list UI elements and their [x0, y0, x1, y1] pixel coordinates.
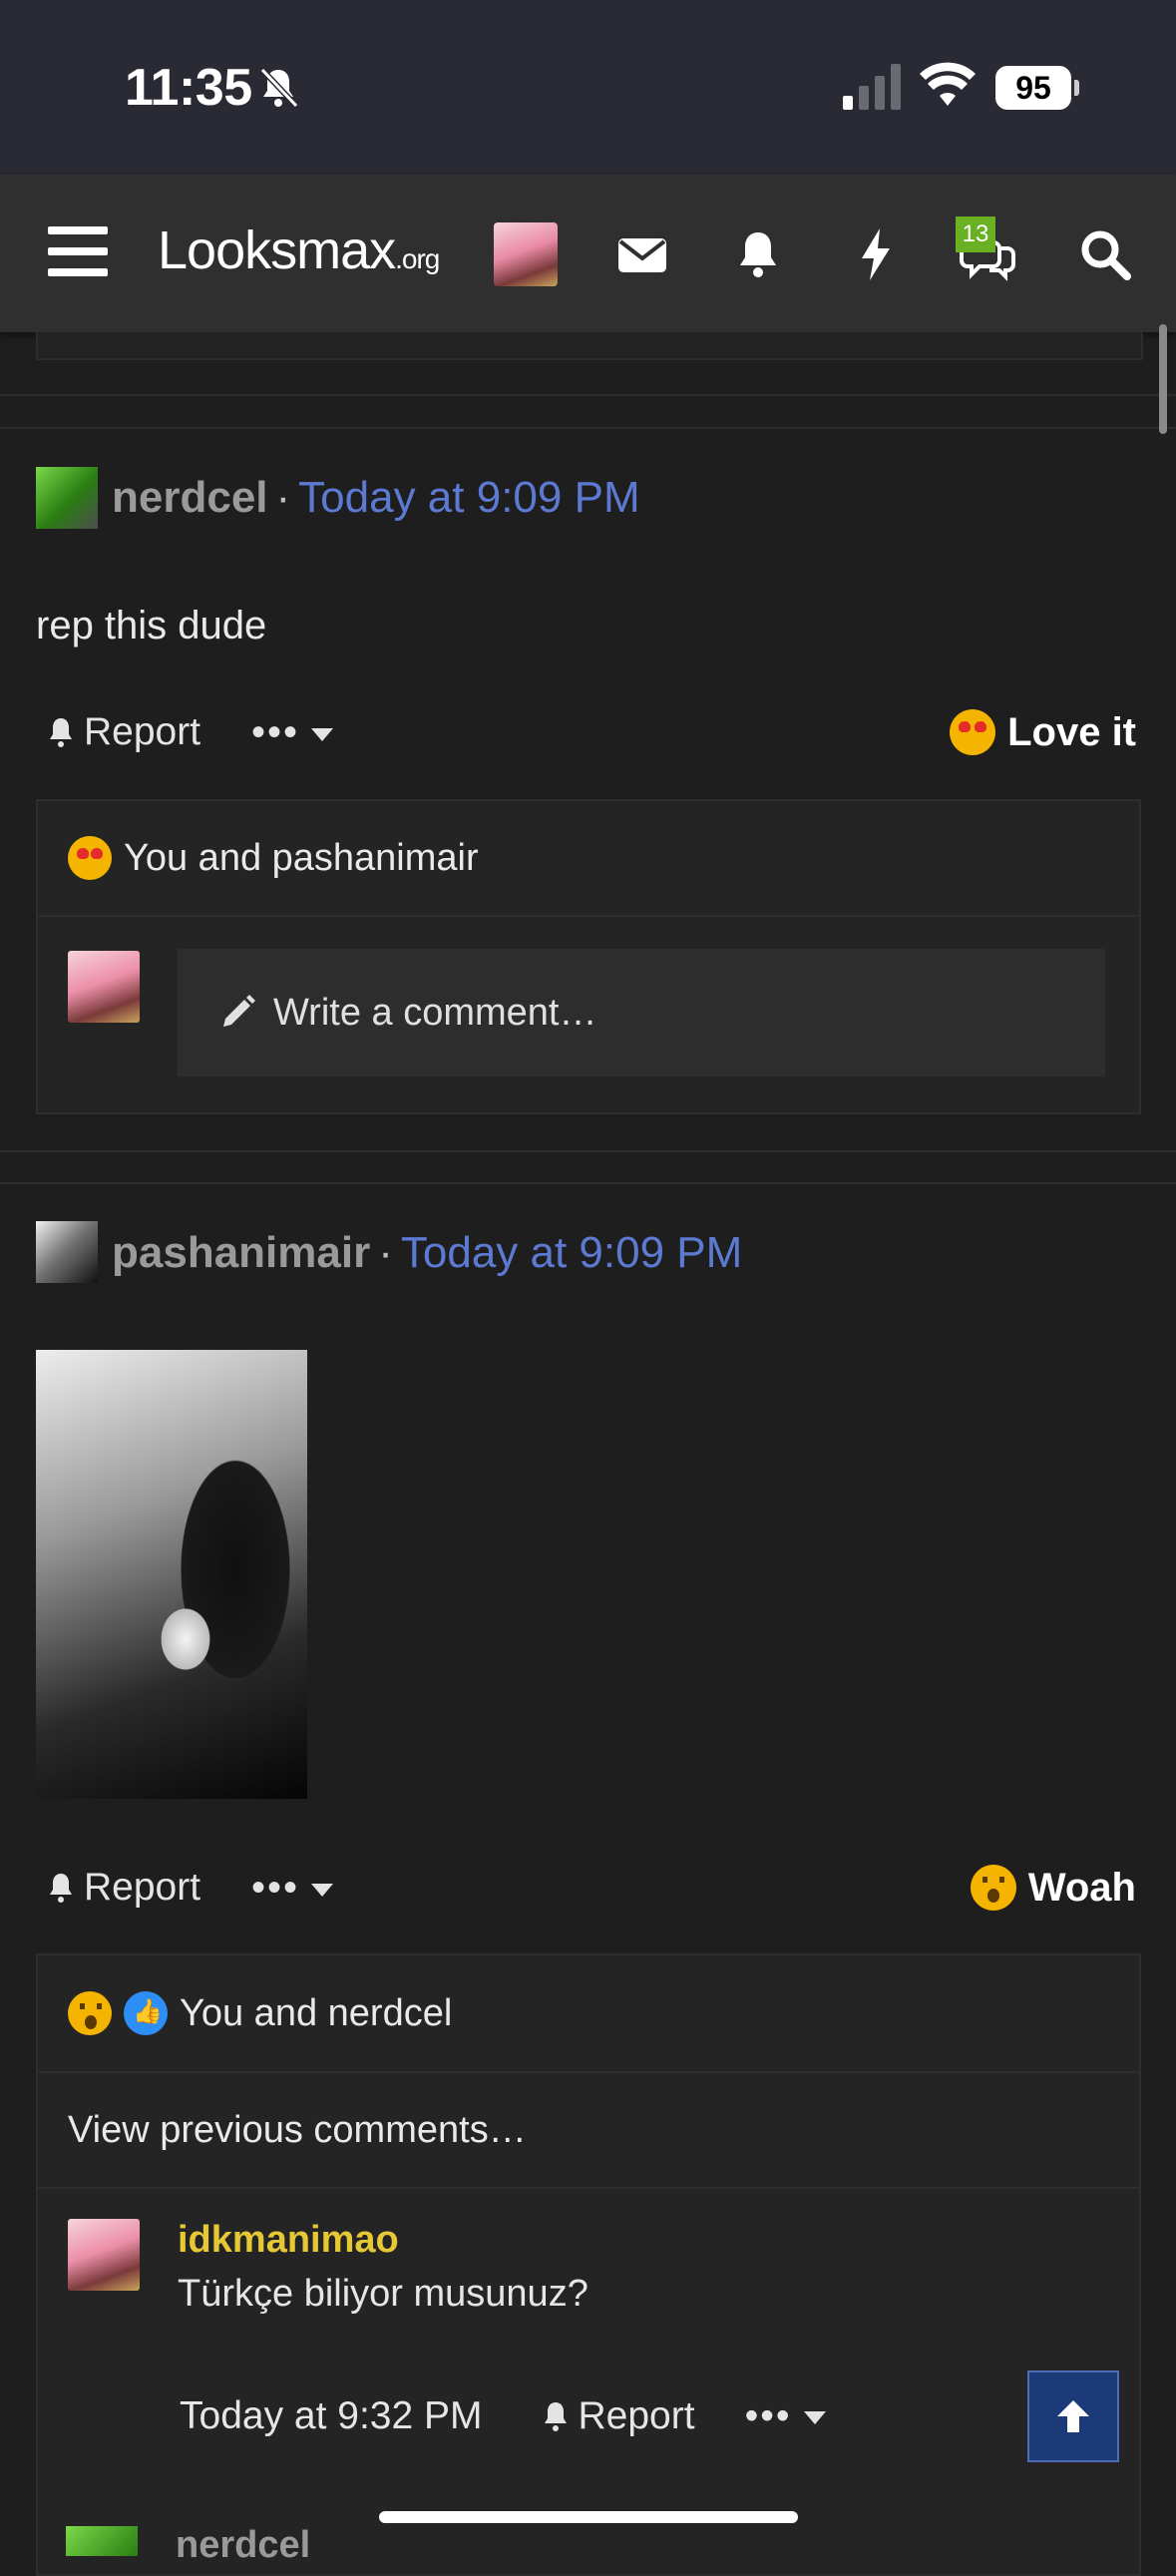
love-it-emoji-icon — [950, 709, 996, 755]
comment-time[interactable]: Today at 9:32 PM — [180, 2394, 483, 2438]
scrollbar[interactable] — [1159, 324, 1167, 434]
comment-item: idkmanimao Türkçe biliyor musunuz? Today… — [38, 2189, 1139, 2488]
messages-badge: 13 — [956, 216, 995, 252]
bell-icon — [544, 2402, 567, 2431]
status-time: 11:35 — [125, 59, 252, 117]
avatar — [68, 951, 140, 1023]
comment-section: You and nerdcel View previous comments… … — [36, 1953, 1141, 2576]
bell-icon — [50, 1874, 72, 1903]
divider — [0, 1150, 1176, 1152]
bell-off-icon — [259, 67, 299, 109]
woah-emoji-icon — [970, 1865, 1016, 1911]
report-button[interactable]: Report — [539, 2394, 695, 2438]
menu-icon[interactable] — [48, 226, 108, 276]
previous-comment-box — [36, 332, 1143, 360]
home-indicator[interactable] — [379, 2511, 798, 2523]
reaction-summary[interactable]: You and nerdcel — [38, 1955, 1139, 2073]
reaction-summary[interactable]: You and pashanimair — [38, 801, 1139, 917]
status-bar: 11:35 95 — [0, 0, 1176, 175]
post-text: rep this dude — [36, 604, 267, 647]
reaction-button[interactable]: Woah — [970, 1865, 1136, 1911]
post-header: nerdcel · Today at 9:09 PM — [112, 473, 640, 522]
like-emoji-icon — [124, 1991, 168, 2035]
comment-meta: Today at 9:32 PM Report ••• — [180, 2394, 826, 2438]
search-icon[interactable] — [1075, 224, 1135, 284]
view-previous-comments-link[interactable]: View previous comments… — [38, 2073, 1139, 2189]
love-it-emoji-icon — [68, 836, 112, 880]
scroll-to-top-button[interactable] — [1027, 2370, 1119, 2462]
more-options-button[interactable]: ••• — [745, 2394, 826, 2438]
chevron-down-icon — [311, 727, 334, 741]
author-name[interactable]: pashanimair — [112, 1228, 370, 1277]
comment-author[interactable]: nerdcel — [176, 2524, 310, 2567]
site-logo[interactable]: Looksmax.org — [158, 219, 440, 281]
post-time[interactable]: Today at 9:09 PM — [401, 1228, 742, 1277]
wifi-icon — [920, 62, 976, 106]
mail-icon[interactable] — [612, 224, 672, 284]
avatar[interactable] — [68, 2219, 140, 2291]
top-navigation: Looksmax.org 13 — [0, 175, 1176, 332]
arrow-up-icon — [1057, 2400, 1089, 2432]
comment-section: You and pashanimair Write a comment… — [36, 799, 1141, 1114]
author-name[interactable]: nerdcel — [112, 473, 268, 522]
divider — [0, 394, 1176, 396]
comment-input[interactable]: Write a comment… — [178, 949, 1105, 1076]
avatar[interactable] — [494, 222, 558, 286]
write-comment-row: Write a comment… — [38, 917, 1139, 1112]
author-avatar[interactable] — [36, 467, 98, 529]
comment-author[interactable]: idkmanimao — [178, 2219, 399, 2262]
post-time[interactable]: Today at 9:09 PM — [298, 473, 639, 522]
more-options-button[interactable]: ••• — [251, 1866, 334, 1911]
bell-icon[interactable] — [728, 224, 788, 284]
bell-icon — [50, 718, 72, 747]
post-header: pashanimair · Today at 9:09 PM — [112, 1228, 743, 1277]
pencil-icon — [223, 995, 255, 1027]
signal-icon — [843, 64, 901, 110]
reaction-button[interactable]: Love it — [950, 709, 1136, 755]
comment-text: Türkçe biliyor musunuz? — [178, 2273, 588, 2315]
report-button[interactable]: Report — [44, 710, 200, 754]
chevron-down-icon — [803, 2411, 826, 2425]
chevron-down-icon — [311, 1883, 334, 1897]
avatar[interactable] — [66, 2526, 138, 2556]
bolt-icon[interactable] — [846, 224, 906, 284]
battery-indicator: 95 — [995, 66, 1079, 110]
report-button[interactable]: Report — [44, 1866, 200, 1910]
divider — [0, 427, 1176, 429]
more-options-button[interactable]: ••• — [251, 710, 334, 755]
divider — [0, 1182, 1176, 1184]
post-image[interactable] — [36, 1350, 307, 1799]
woah-emoji-icon — [68, 1991, 112, 2035]
author-avatar[interactable] — [36, 1221, 98, 1283]
